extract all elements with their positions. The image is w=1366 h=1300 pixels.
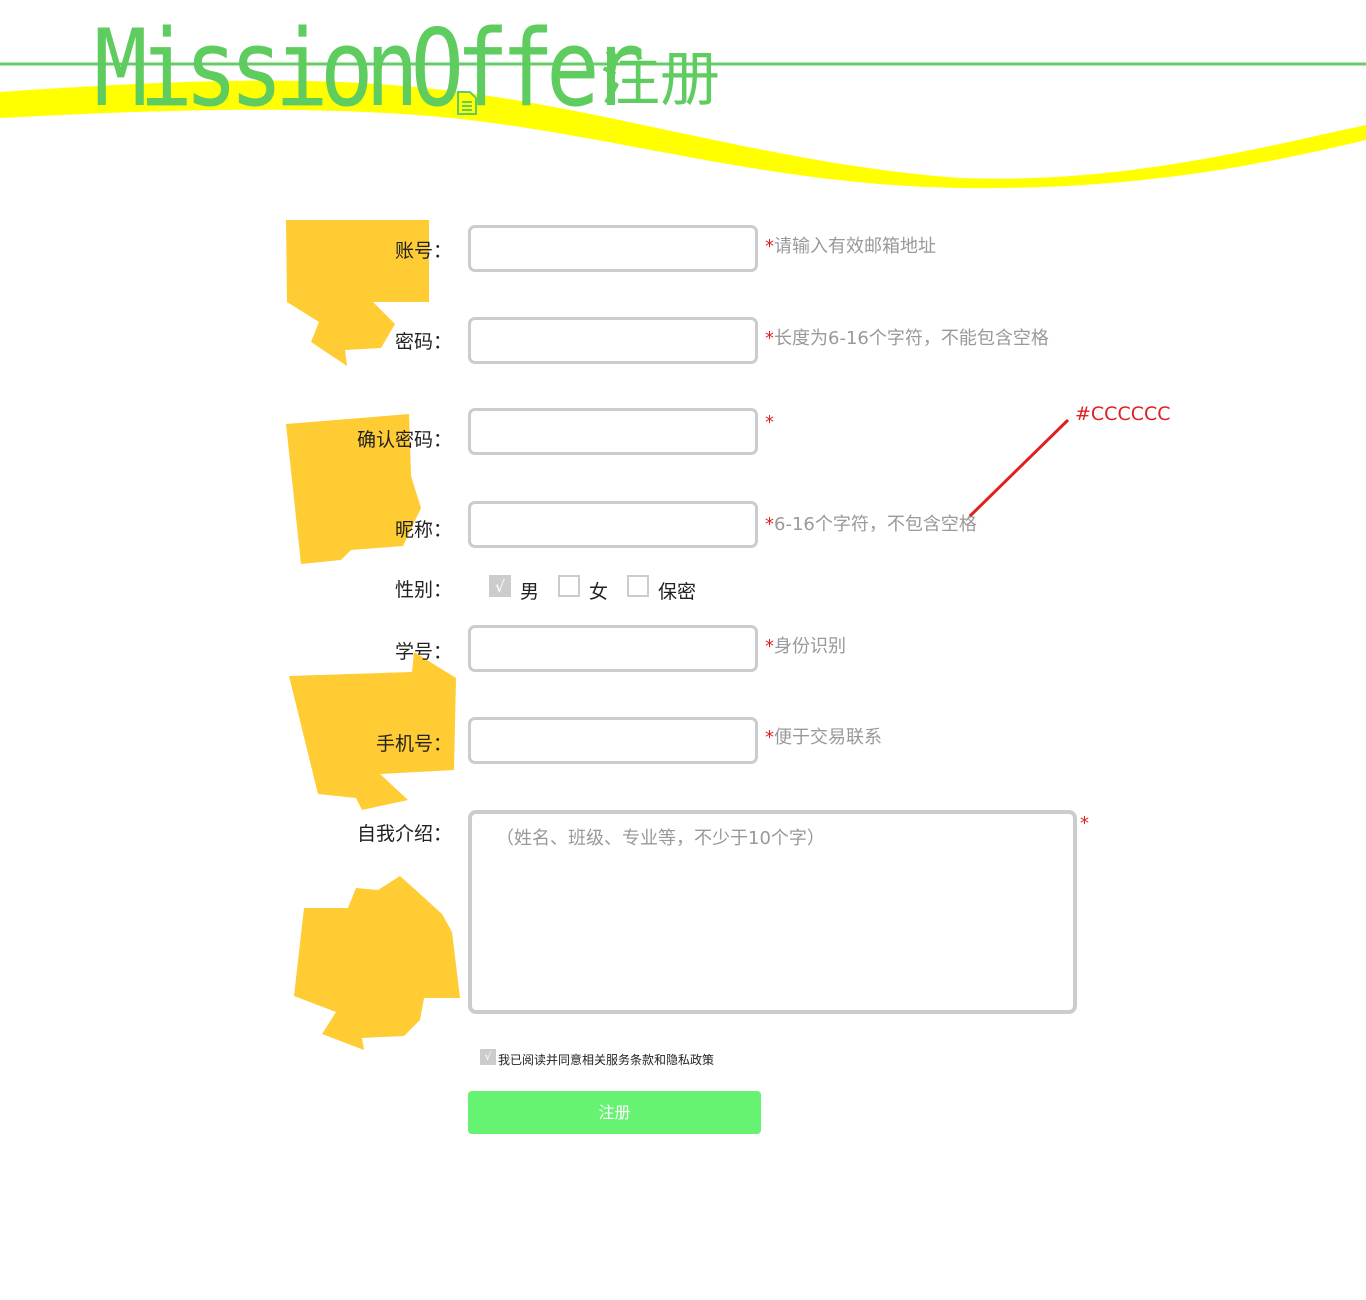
gender-male-checkbox[interactable]: √ [489, 575, 511, 597]
decor-blob-4 [294, 876, 460, 1050]
page-title: 注册 [600, 45, 720, 115]
phone-input[interactable] [468, 717, 758, 764]
password-hint: *长度为6-16个字符，不能包含空格 [765, 328, 1049, 349]
confirm-password-label: 确认密码： [356, 429, 452, 451]
student-id-hint: *身份识别 [765, 636, 846, 657]
gender-male-label[interactable]: 男 [520, 577, 539, 604]
account-hint: *请输入有效邮箱地址 [765, 236, 936, 257]
gender-label: 性别： [394, 579, 452, 601]
intro-placeholder: （姓名、班级、专业等，不少于10个字） [496, 828, 825, 849]
confirm-password-input[interactable] [468, 408, 758, 455]
logo: MissionOffer [94, 7, 645, 130]
document-icon [457, 91, 477, 115]
account-input[interactable] [468, 225, 758, 272]
nickname-label: 昵称： [394, 519, 452, 541]
gender-female-checkbox[interactable] [558, 575, 580, 597]
agreement-text[interactable]: 我已阅读并同意相关服务条款和隐私政策 [498, 1051, 714, 1068]
intro-textarea[interactable]: （姓名、班级、专业等，不少于10个字） [468, 810, 1077, 1014]
agreement-checkbox[interactable]: √ [480, 1049, 496, 1065]
intro-required-mark: * [1080, 813, 1089, 834]
student-id-label: 学号： [394, 641, 452, 663]
intro-label: 自我介绍： [356, 823, 452, 845]
password-input[interactable] [468, 317, 758, 364]
gender-secret-checkbox[interactable] [627, 575, 649, 597]
phone-hint: *便于交易联系 [765, 727, 882, 748]
register-button[interactable]: 注册 [468, 1091, 761, 1134]
student-id-input[interactable] [468, 625, 758, 672]
nickname-hint: *6-16个字符，不包含空格 [765, 514, 977, 535]
gender-secret-label[interactable]: 保密 [658, 577, 696, 604]
annotation-color-note: #CCCCCC [1075, 403, 1171, 425]
password-label: 密码： [394, 331, 452, 353]
phone-label: 手机号： [375, 733, 452, 755]
confirm-password-hint: * [765, 412, 774, 433]
annotation-pointer-line [968, 418, 1070, 518]
nickname-input[interactable] [468, 501, 758, 548]
gender-female-label[interactable]: 女 [589, 577, 608, 604]
account-label: 账号： [394, 240, 452, 262]
